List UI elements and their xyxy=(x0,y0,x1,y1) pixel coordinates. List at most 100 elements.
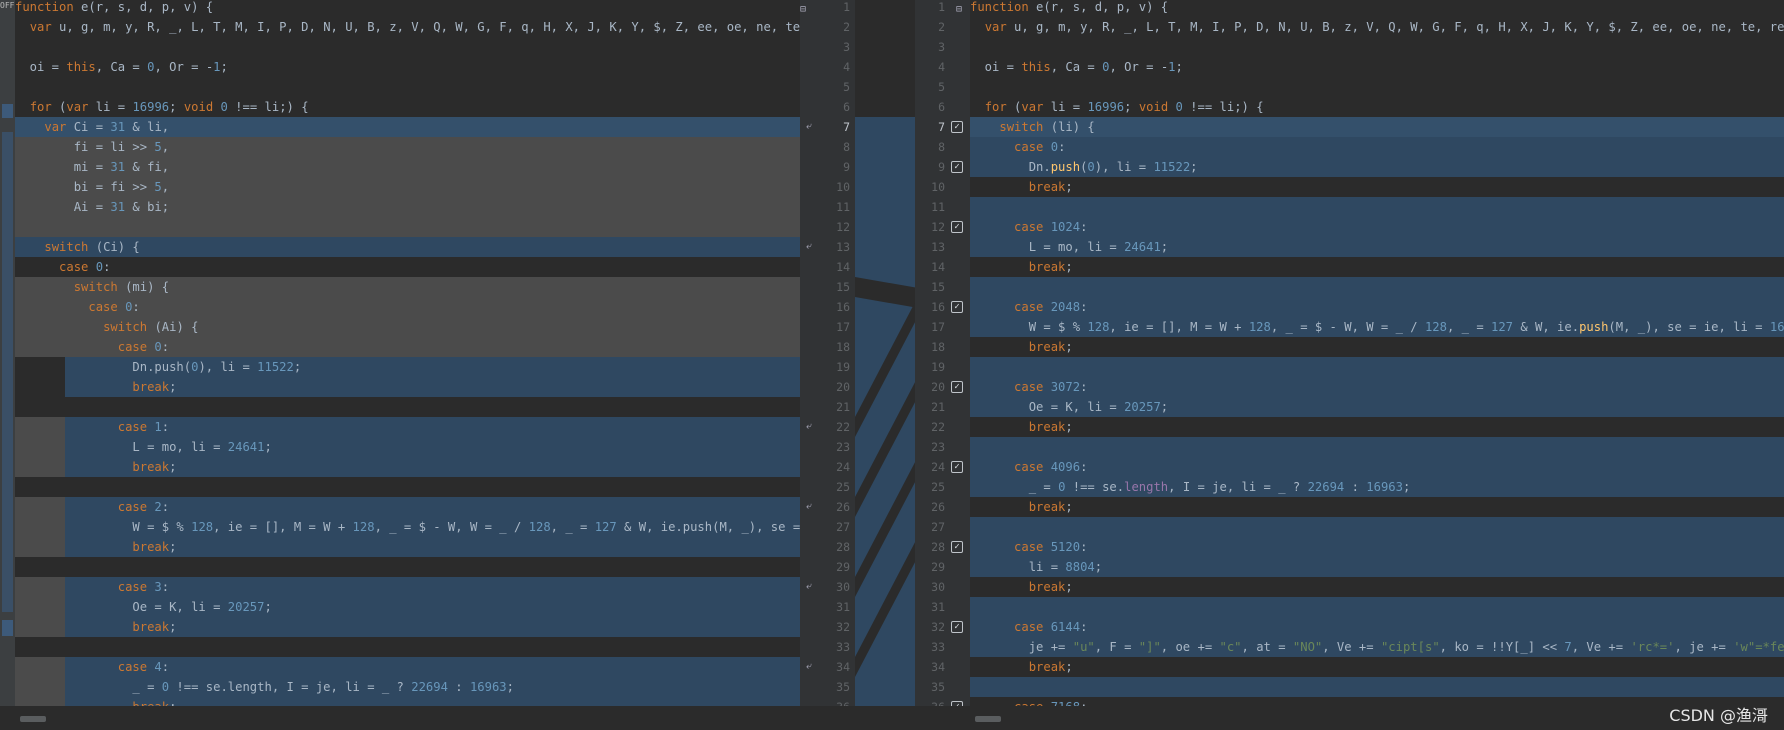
apply-change-checkbox[interactable]: ✓ xyxy=(951,541,963,553)
code-line[interactable]: switch (Ai) { xyxy=(15,317,198,337)
change-marker[interactable] xyxy=(2,132,13,612)
apply-change-checkbox[interactable]: ✓ xyxy=(951,461,963,473)
code-line[interactable]: oi = this, Ca = 0, Or = -1; xyxy=(15,57,228,77)
merge-arrow-icon[interactable]: ⤶ xyxy=(806,581,818,593)
horizontal-scrollbar-right[interactable] xyxy=(975,716,1001,722)
code-line[interactable]: W = $ % 128, ie = [], M = W + 128, _ = $… xyxy=(15,517,815,537)
code-line[interactable]: break; xyxy=(970,577,1073,597)
code-line[interactable]: case 0: xyxy=(15,337,169,357)
line-number: 23 xyxy=(836,440,850,454)
line-number: 8 xyxy=(938,140,945,154)
code-line[interactable]: for (var li = 16996; void 0 !== li;) { xyxy=(15,97,309,117)
apply-change-checkbox[interactable]: ✓ xyxy=(951,221,963,233)
horizontal-scrollbar-left[interactable] xyxy=(20,716,46,722)
code-line[interactable]: case 3072: xyxy=(970,377,1087,397)
code-line[interactable]: Ai = 31 & bi; xyxy=(15,197,169,217)
code-line[interactable]: break; xyxy=(15,617,176,637)
code-line[interactable]: break; xyxy=(970,497,1073,517)
code-line[interactable]: break; xyxy=(15,377,176,397)
right-editor-pane[interactable]: function e(r, s, d, p, v) { var u, g, m,… xyxy=(970,0,1784,718)
diff-highlight xyxy=(970,377,1784,397)
fold-icon[interactable]: ⊟ xyxy=(956,4,968,16)
merge-arrow-icon[interactable]: ⤶ xyxy=(806,121,818,133)
code-line[interactable]: case 1024: xyxy=(970,217,1087,237)
line-number: 33 xyxy=(931,640,945,654)
apply-change-checkbox[interactable]: ✓ xyxy=(951,301,963,313)
code-line[interactable]: var Ci = 31 & li, xyxy=(15,117,169,137)
line-number: 30 xyxy=(931,580,945,594)
code-line[interactable]: _ = 0 !== se.length, I = je, li = _ ? 22… xyxy=(970,477,1411,497)
code-line[interactable]: case 3: xyxy=(15,577,169,597)
line-number: 26 xyxy=(836,500,850,514)
code-line[interactable]: Oe = K, li = 20257; xyxy=(970,397,1168,417)
code-line[interactable]: _ = 0 !== se.length, I = je, li = _ ? 22… xyxy=(15,677,514,697)
code-line[interactable]: for (var li = 16996; void 0 !== li;) { xyxy=(970,97,1264,117)
code-line[interactable]: switch (mi) { xyxy=(15,277,169,297)
merge-arrow-icon[interactable]: ⤶ xyxy=(806,501,818,513)
change-marker[interactable] xyxy=(2,620,13,636)
code-line[interactable]: switch (li) { xyxy=(970,117,1094,137)
line-number: 2 xyxy=(938,20,945,34)
code-line[interactable]: fi = li >> 5, xyxy=(15,137,169,157)
code-line[interactable]: function e(r, s, d, p, v) { xyxy=(15,0,213,17)
code-line[interactable]: Oe = K, li = 20257; xyxy=(15,597,271,617)
code-line[interactable]: case 4096: xyxy=(970,457,1087,477)
code-line[interactable]: case 0: xyxy=(15,257,110,277)
code-line[interactable]: var u, g, m, y, R, _, L, T, M, I, P, D, … xyxy=(15,17,815,37)
change-marker[interactable] xyxy=(2,104,13,118)
code-line[interactable]: break; xyxy=(970,657,1073,677)
code-line[interactable]: break; xyxy=(970,257,1073,277)
code-line[interactable]: case 0: xyxy=(15,297,139,317)
code-line[interactable]: function e(r, s, d, p, v) { xyxy=(970,0,1168,17)
code-line[interactable]: switch (Ci) { xyxy=(15,237,139,257)
line-number: 31 xyxy=(931,600,945,614)
code-line[interactable]: je += "u", F = "]", oe += "c", at = "NO"… xyxy=(970,637,1784,657)
left-editor-pane[interactable]: function e(r, s, d, p, v) { var u, g, m,… xyxy=(15,0,815,718)
code-line[interactable]: case 2048: xyxy=(970,297,1087,317)
change-marker-strip[interactable] xyxy=(0,12,15,730)
code-line[interactable]: break; xyxy=(15,537,176,557)
merge-arrow-icon[interactable]: ⤶ xyxy=(806,241,818,253)
code-line[interactable]: case 2: xyxy=(15,497,169,517)
apply-change-checkbox[interactable]: ✓ xyxy=(951,621,963,633)
line-number: 20 xyxy=(836,380,850,394)
code-line[interactable]: break; xyxy=(970,337,1073,357)
code-line[interactable]: L = mo, li = 24641; xyxy=(970,237,1168,257)
code-line[interactable]: break; xyxy=(970,417,1073,437)
line-number: 1 xyxy=(843,0,850,14)
merge-arrow-icon[interactable]: ⤶ xyxy=(806,661,818,673)
line-number: 16 xyxy=(836,300,850,314)
code-line[interactable]: bi = fi >> 5, xyxy=(15,177,169,197)
diff-highlight xyxy=(970,677,1784,697)
apply-change-checkbox[interactable]: ✓ xyxy=(951,381,963,393)
code-line[interactable]: break; xyxy=(15,457,176,477)
line-number: 15 xyxy=(931,280,945,294)
code-line[interactable]: case 6144: xyxy=(970,617,1087,637)
code-line[interactable]: break; xyxy=(970,177,1073,197)
code-line[interactable]: case 5120: xyxy=(970,537,1087,557)
code-line[interactable]: case 0: xyxy=(970,137,1065,157)
apply-change-checkbox[interactable]: ✓ xyxy=(951,161,963,173)
code-line[interactable]: li = 8804; xyxy=(970,557,1102,577)
fold-icon[interactable]: ⊟ xyxy=(800,4,812,16)
line-number: 26 xyxy=(931,500,945,514)
code-line[interactable]: W = $ % 128, ie = [], M = W + 128, _ = $… xyxy=(970,317,1784,337)
left-gutter: ⊟ 1 2 3 4 5 6 7 ⤶ 8 9 10 11 12 13 ⤶ 14 15 16 17 18 19 20 21 22 ⤶… xyxy=(800,0,855,718)
line-number: 31 xyxy=(836,600,850,614)
line-number: 28 xyxy=(836,540,850,554)
code-line[interactable]: case 4: xyxy=(15,657,169,677)
diff-highlight xyxy=(970,617,1784,637)
code-line[interactable]: case 1: xyxy=(15,417,169,437)
line-number: 19 xyxy=(836,360,850,374)
line-number: 13 xyxy=(931,240,945,254)
code-line[interactable]: oi = this, Ca = 0, Or = -1; xyxy=(970,57,1183,77)
watermark: CSDN @渔滒 xyxy=(1669,706,1768,725)
code-line[interactable]: var u, g, m, y, R, _, L, T, M, I, P, D, … xyxy=(970,17,1784,37)
code-line[interactable]: Dn.push(0), li = 11522; xyxy=(15,357,301,377)
code-line[interactable]: mi = 31 & fi, xyxy=(15,157,169,177)
merge-arrow-icon[interactable]: ⤶ xyxy=(806,421,818,433)
code-line[interactable]: Dn.push(0), li = 11522; xyxy=(970,157,1198,177)
apply-change-checkbox[interactable]: ✓ xyxy=(951,121,963,133)
code-line[interactable]: L = mo, li = 24641; xyxy=(15,437,271,457)
line-number: 1 xyxy=(938,0,945,14)
